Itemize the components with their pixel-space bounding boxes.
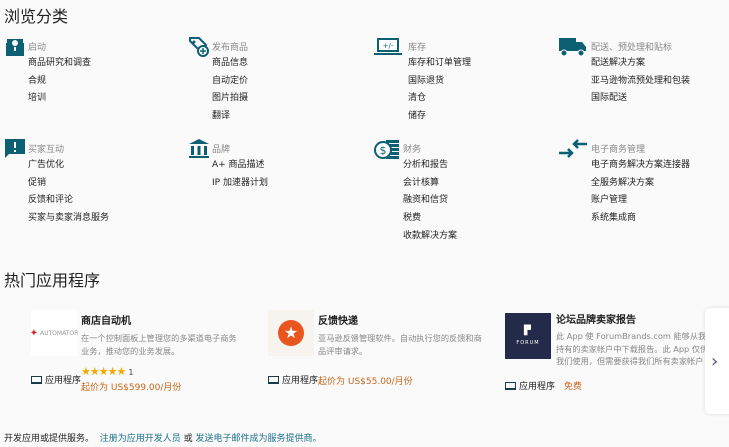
category-item[interactable]: 商品信息 [212, 56, 248, 74]
store-automator-logo: ✦ AUTOMATOR [30, 310, 78, 356]
category-item[interactable]: 配送解决方案 [591, 56, 690, 74]
category-item[interactable]: 广告优化 [28, 158, 109, 176]
app-title[interactable]: 反馈快递 [318, 312, 358, 327]
app-type-label: 应用程序 [519, 382, 556, 392]
register-developer-link[interactable]: 注册为应用开发人员 [100, 434, 181, 444]
svg-text:$: $ [380, 144, 387, 157]
app-price: 起价为 US$55.00/月份 [318, 377, 413, 387]
app-card-store-automator[interactable]: ✦ AUTOMATOR 商店自动机 在一个控制面板上管理您的多渠道电子商务业务，… [30, 310, 261, 400]
laptop-icon [268, 375, 279, 384]
app-description: 在一个控制面板上管理您的多渠道电子商务业务，推动您的业务发展。 [81, 333, 237, 356]
category-item[interactable]: 储存 [408, 109, 471, 127]
category-item[interactable]: 税费 [403, 211, 457, 229]
browse-title: 浏览分类 [4, 7, 69, 26]
app-price: 免费 [563, 382, 582, 392]
category-item[interactable]: 培训 [28, 91, 91, 109]
category-heading[interactable]: 启动 [28, 40, 46, 53]
category-item[interactable]: 自动定价 [212, 74, 248, 92]
category-item[interactable]: 系统集成商 [591, 211, 690, 229]
feedback-express-logo: ★ [268, 310, 314, 356]
category-item[interactable]: 收款解决方案 [403, 229, 457, 247]
app-card-feedback-express[interactable]: ★ 反馈快递 亚马逊反馈管理软件。自动执行您的反馈和商品评审请求。 应用程序 起… [268, 310, 498, 400]
laptop-plus-minus-icon: +/- [374, 36, 402, 58]
category-heading[interactable]: 买家互动 [28, 142, 64, 155]
category-item[interactable]: 全服务解决方案 [591, 176, 690, 194]
bank-icon [188, 138, 210, 160]
category-heading[interactable]: 品牌 [212, 142, 230, 155]
rating-count: 1 [128, 368, 134, 377]
category-item[interactable]: 库存和订单管理 [408, 56, 471, 74]
category-item[interactable]: 会计核算 [403, 176, 457, 194]
category-item[interactable]: 翻译 [212, 109, 248, 127]
category-item[interactable]: 反馈和评论 [28, 193, 109, 211]
dollar-coins-icon: $ [374, 138, 399, 160]
app-type-label: 应用程序 [45, 376, 82, 386]
category-item[interactable]: IP 加速器计划 [212, 176, 268, 194]
category-item[interactable]: 促销 [28, 176, 109, 194]
apps-title: 热门应用程序 [4, 271, 101, 290]
category-item[interactable]: 买家与卖家消息服务 [28, 211, 109, 229]
laptop-icon [31, 375, 42, 384]
app-type: 应用程序 [268, 373, 318, 386]
app-description: 亚马逊反馈管理软件。自动执行您的反馈和商品评审请求。 [318, 333, 482, 356]
carousel-next-button[interactable]: › [705, 308, 729, 414]
truck-icon [559, 36, 586, 58]
category-item[interactable]: 图片拍摄 [212, 91, 248, 109]
category-heading[interactable]: 配送、预处理和贴标 [591, 40, 672, 53]
category-item[interactable]: 账户管理 [591, 193, 690, 211]
app-type-label: 应用程序 [282, 376, 319, 386]
category-item[interactable]: 合规 [28, 74, 91, 92]
email-provider-link[interactable]: 发送电子邮件成为服务提供商。 [196, 434, 322, 444]
footer-or: 或 [183, 434, 193, 444]
footer: 开发应用或提供服务。 注册为应用开发人员 或 发送电子邮件成为服务提供商。 [4, 431, 322, 444]
rating-stars: ★★★★★ 1 [81, 365, 134, 378]
chat-alert-icon [4, 138, 26, 160]
tag-plus-icon [188, 36, 210, 58]
category-heading[interactable]: 电子商务管理 [591, 142, 645, 155]
category-heading[interactable]: 库存 [408, 40, 426, 53]
category-heading[interactable]: 发布商品 [212, 40, 248, 53]
category-item[interactable]: A+ 商品描述 [212, 158, 268, 176]
arrows-exchange-icon [559, 138, 587, 160]
category-item[interactable]: 电子商务解决方案连接器 [591, 158, 690, 176]
app-title[interactable]: 论坛品牌卖家报告 [556, 311, 636, 326]
category-item[interactable]: 亚马逊物流预处理和包装 [591, 74, 690, 92]
forum-logo: ▛ FORUM [505, 313, 551, 359]
category-item[interactable]: 融资和信贷 [403, 193, 457, 211]
app-title[interactable]: 商店自动机 [81, 312, 131, 327]
category-heading[interactable]: 财务 [403, 142, 421, 155]
category-item[interactable]: 商品研究和调查 [28, 56, 91, 74]
category-item[interactable]: 分析和报告 [403, 158, 457, 176]
category-item[interactable]: 国际配送 [591, 91, 690, 109]
app-description: 此 App 使 ForumBrands.com 能够从我们持有的卖家帐户中下载报… [556, 331, 715, 366]
laptop-icon [505, 381, 516, 390]
app-price: 起价为 US$599.00/月份 [81, 383, 182, 393]
footer-text: 开发应用或提供服务。 [4, 434, 95, 444]
category-item[interactable]: 国际退货 [408, 74, 471, 92]
category-item[interactable]: 清仓 [408, 91, 471, 109]
app-type: 应用程序 [31, 373, 81, 386]
app-card-forum-brands[interactable]: ▛ FORUM 论坛品牌卖家报告 此 App 使 ForumBrands.com … [505, 313, 729, 403]
toolbox-icon [4, 36, 26, 58]
app-type: 应用程序 免费 [505, 379, 582, 392]
chevron-right-icon: › [711, 350, 719, 372]
svg-text:+/-: +/- [383, 42, 394, 50]
